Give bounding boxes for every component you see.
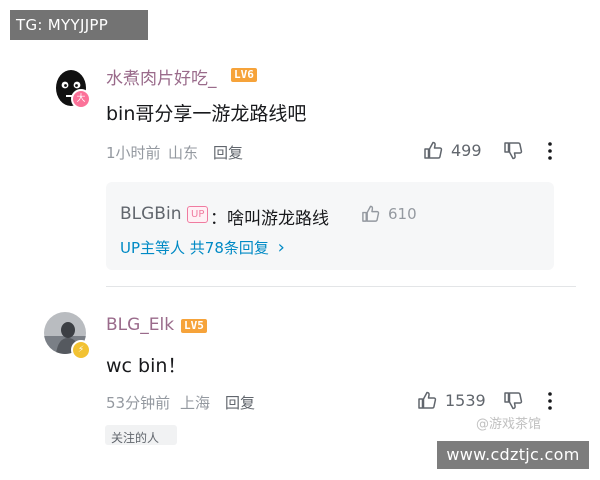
following-tag: 关注的人 <box>105 425 177 445</box>
comment-username[interactable]: BLG_Elk <box>106 315 174 335</box>
dislike-icon[interactable] <box>503 391 523 411</box>
comment-divider <box>106 286 576 287</box>
sub-reply-username[interactable]: BLGBin <box>120 204 181 224</box>
like-icon <box>424 141 443 159</box>
source-watermark: @游戏茶馆 <box>476 417 542 432</box>
reply-button[interactable]: 回复 <box>213 142 243 163</box>
sub-like-icon[interactable] <box>361 204 380 223</box>
comment-username[interactable]: 水煮肉片好吃_ <box>106 64 217 89</box>
like-button[interactable]: 499 <box>423 140 483 162</box>
comment-location: 山东 <box>168 144 199 162</box>
comment-text: wc bin！ <box>106 355 187 377</box>
like-button[interactable]: 1539 <box>417 390 487 412</box>
comment-time: 53分钟前 <box>106 394 171 412</box>
view-more-replies-label: UP主等人 共78条回复 <box>120 239 269 257</box>
level-badge: LV5 <box>181 319 207 333</box>
like-count: 499 <box>451 141 482 160</box>
more-icon[interactable] <box>545 141 555 161</box>
level-badge: LV6 <box>231 68 257 82</box>
sub-reply-text: ：啥叫游龙路线 <box>210 209 329 229</box>
view-more-replies-link[interactable]: UP主等人 共78条回复 › <box>120 237 285 258</box>
avatar-badge: 大 <box>71 89 91 109</box>
dislike-icon[interactable] <box>503 141 523 161</box>
like-count: 1539 <box>445 391 486 410</box>
chevron-right-icon: › <box>277 237 285 258</box>
like-icon <box>418 391 437 409</box>
url-watermark: www.cdztjc.com <box>437 441 589 469</box>
reply-button[interactable]: 回复 <box>225 392 255 413</box>
tg-watermark: TG: MYYJJPP <box>10 10 148 40</box>
sub-like-count: 610 <box>388 205 417 223</box>
comment-location: 上海 <box>180 394 211 412</box>
comment-text: bin哥分享一游龙路线吧 <box>106 103 307 125</box>
avatar-badge: ⚡ <box>71 340 91 360</box>
up-tag: UP <box>187 206 209 223</box>
comment-time: 1小时前 <box>106 144 161 162</box>
more-icon[interactable] <box>545 391 555 411</box>
